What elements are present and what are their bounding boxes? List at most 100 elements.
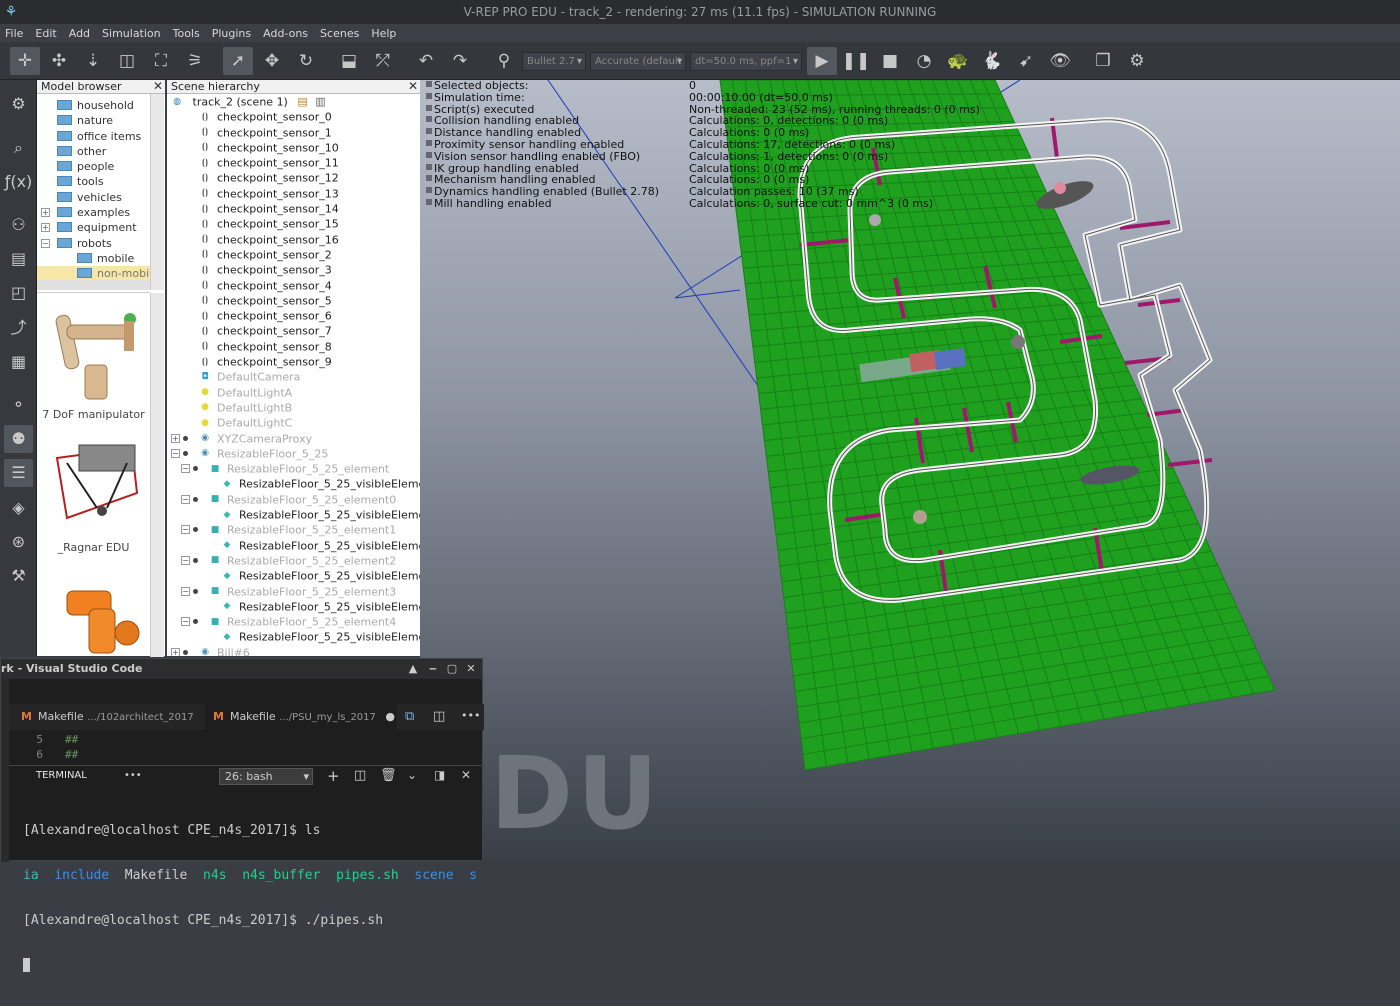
path-icon[interactable]: ⤴ [4, 314, 33, 342]
menu-scenes[interactable]: Scenes [315, 27, 364, 40]
model-folder-household[interactable]: household [37, 98, 150, 113]
ui-icon[interactable]: ▦ [4, 348, 33, 376]
accuracy-select[interactable]: Accurate (default [590, 52, 686, 71]
collapse-icon[interactable]: − [41, 238, 50, 248]
scene-object-row[interactable]: ◆ ResizableFloor_5_25_visibleEleme [167, 476, 420, 491]
camera-rotate-icon[interactable]: ✣ [44, 47, 74, 75]
scene-object-row[interactable]: − ■ ResizableFloor_5_25_element0 [167, 492, 420, 507]
expand-icon[interactable]: + [41, 223, 50, 233]
terminal-output[interactable]: [Alexandre@localhost CPE_n4s_2017]$ ls i… [23, 793, 483, 1006]
scene-object-row[interactable]: ⦗⦘ checkpoint_sensor_10 [167, 140, 420, 155]
object-rotate-icon[interactable]: ↻ [291, 47, 321, 75]
collapse-icon[interactable]: − [181, 464, 190, 474]
scene-object-row[interactable]: ◆ ResizableFloor_5_25_visibleEleme [167, 568, 420, 583]
trash-icon[interactable]: 🗑 [380, 768, 397, 783]
layers-icon[interactable]: ◈ [4, 494, 33, 522]
faster-rabbit-icon[interactable]: 🐇 [977, 47, 1007, 75]
open-changes-icon[interactable]: ⧉ [405, 709, 414, 724]
tab-makefile-102architect[interactable]: M Makefile .../102architect_2017 [13, 704, 199, 730]
expand-icon[interactable]: + [171, 433, 180, 443]
minimize-icon[interactable]: ‒ [425, 659, 441, 679]
model-folder-examples[interactable]: + examples [37, 205, 150, 220]
thread-rendering-icon[interactable]: ➹ [1011, 47, 1041, 75]
chevron-down-icon[interactable]: ⌄ [407, 768, 417, 782]
terminal-tab[interactable]: TERMINAL [36, 770, 87, 781]
scene-object-row[interactable]: ⦗⦘ checkpoint_sensor_11 [167, 155, 420, 170]
close-icon[interactable]: ✕ [153, 80, 163, 93]
scene-object-row[interactable]: ⦗⦘ checkpoint_sensor_5 [167, 293, 420, 308]
timestep-select[interactable]: dt=50.0 ms, ppf=1 [690, 52, 802, 71]
scene-object-row[interactable]: ◘ DefaultCamera [167, 369, 420, 384]
model-tree-hscrollbar[interactable] [37, 280, 150, 290]
panel-more-icon[interactable]: ••• [124, 770, 142, 781]
model-folder-robots[interactable]: − robots [37, 236, 150, 251]
script-icon[interactable]: ▤ [297, 95, 307, 108]
collections-icon[interactable]: ⚇ [4, 211, 33, 239]
model-thumb-7dof[interactable]: 7 DoF manipulator [37, 295, 150, 421]
scene-object-row[interactable]: ⦗⦘ checkpoint_sensor_15 [167, 216, 420, 231]
slower-turtle-icon[interactable]: 🐢 [943, 47, 973, 75]
expand-icon[interactable]: + [41, 208, 50, 218]
scene-object-row[interactable]: − ■ ResizableFloor_5_25_element [167, 461, 420, 476]
model-folder-vehicles[interactable]: vehicles [37, 190, 150, 205]
scene-object-row[interactable]: ⦗⦘ checkpoint_sensor_8 [167, 339, 420, 354]
menu-help[interactable]: Help [366, 27, 401, 40]
menu-plugins[interactable]: Plugins [207, 27, 256, 40]
model-folder-mobile[interactable]: mobile [37, 251, 150, 266]
fit-to-view-icon[interactable]: ⛶ [146, 47, 176, 75]
tab-makefile-psu-my-ls[interactable]: M Makefile .../PSU_my_ls_2017 ● [205, 704, 397, 730]
menu-tools[interactable]: Tools [168, 27, 205, 40]
menu-simulation[interactable]: Simulation [97, 27, 166, 40]
close-icon[interactable]: ✕ [463, 659, 479, 679]
scene-object-row[interactable]: ⦗⦘ checkpoint_sensor_1 [167, 125, 420, 140]
scripts-icon[interactable]: ƒ(x) [4, 168, 33, 196]
close-panel-icon[interactable]: ✕ [461, 768, 471, 782]
collapse-icon[interactable]: − [181, 586, 190, 596]
redo-icon[interactable]: ↷ [445, 47, 475, 75]
terminal-select[interactable]: 26: bash ▾ [219, 768, 313, 785]
scene-object-row[interactable]: ⦗⦘ checkpoint_sensor_3 [167, 262, 420, 277]
camera-pan-icon[interactable]: ✛ [10, 47, 40, 75]
page-selector-icon[interactable]: ❐ [1088, 47, 1118, 75]
undo-icon[interactable]: ↶ [411, 47, 441, 75]
split-terminal-icon[interactable]: ◫ [354, 768, 366, 783]
maximize-panel-icon[interactable]: ◨ [434, 768, 445, 782]
menu-add[interactable]: Add [64, 27, 95, 40]
scene-object-row[interactable]: − ■ ResizableFloor_5_25_element1 [167, 522, 420, 537]
scene-object-row[interactable]: ⦗⦘ checkpoint_sensor_6 [167, 308, 420, 323]
scene-viewport[interactable]: Selected objects: 0 Simulation time: 00:00:… [420, 80, 1400, 861]
model-folder-equipment[interactable]: + equipment [37, 220, 150, 235]
video-recorder-icon[interactable]: ⊛ [4, 528, 33, 556]
scene-object-row[interactable]: ⦗⦘ checkpoint_sensor_2 [167, 247, 420, 262]
scene-object-row[interactable]: − ■ ResizableFloor_5_25_element3 [167, 584, 420, 599]
script-list-icon[interactable]: ▥ [315, 95, 325, 108]
scene-object-row[interactable]: ⦗⦘ checkpoint_sensor_4 [167, 278, 420, 293]
model-tree-scrollbar[interactable] [150, 94, 164, 290]
assemble-icon[interactable]: ⬓ [334, 47, 364, 75]
primitives-icon[interactable]: ⚬ [4, 391, 33, 419]
scene-object-row[interactable]: ◆ ResizableFloor_5_25_visibleEleme [167, 538, 420, 553]
camera-tool-icon[interactable]: ⚞ [180, 47, 210, 75]
model-folder-people[interactable]: people [37, 159, 150, 174]
scene-object-row[interactable]: ● DefaultLightB [167, 400, 420, 415]
model-folder-office-items[interactable]: office items [37, 129, 150, 144]
scene-object-row[interactable]: ⦗⦘ checkpoint_sensor_13 [167, 186, 420, 201]
scene-object-row[interactable]: − ■ ResizableFloor_5_25_element2 [167, 553, 420, 568]
window-up-icon[interactable]: ▲ [405, 659, 421, 679]
maximize-icon[interactable]: ▢ [444, 659, 460, 679]
collapse-icon[interactable]: − [181, 555, 190, 565]
close-icon[interactable]: ✕ [408, 80, 418, 93]
dynamics-icon[interactable]: ⚲ [489, 47, 519, 75]
menu-edit[interactable]: Edit [30, 27, 61, 40]
new-terminal-icon[interactable]: + [327, 767, 340, 785]
user-settings-icon[interactable]: ⚒ [4, 562, 33, 590]
scene-object-row[interactable]: ⦗⦘ checkpoint_sensor_0 [167, 109, 420, 124]
scene-root[interactable]: ◍ track_2 (scene 1) ▤ ▥ [167, 94, 420, 109]
model-folder-nature[interactable]: nature [37, 113, 150, 128]
object-properties-icon[interactable]: ⚙ [4, 90, 33, 118]
scene-object-row[interactable]: − ◉ ResizableFloor_5_25 [167, 446, 420, 461]
model-thumb-industrial[interactable] [37, 583, 150, 660]
expand-icon[interactable]: + [171, 647, 180, 656]
scene-object-row[interactable]: ● DefaultLightA [167, 385, 420, 400]
scene-object-row[interactable]: ◆ ResizableFloor_5_25_visibleEleme [167, 629, 420, 644]
